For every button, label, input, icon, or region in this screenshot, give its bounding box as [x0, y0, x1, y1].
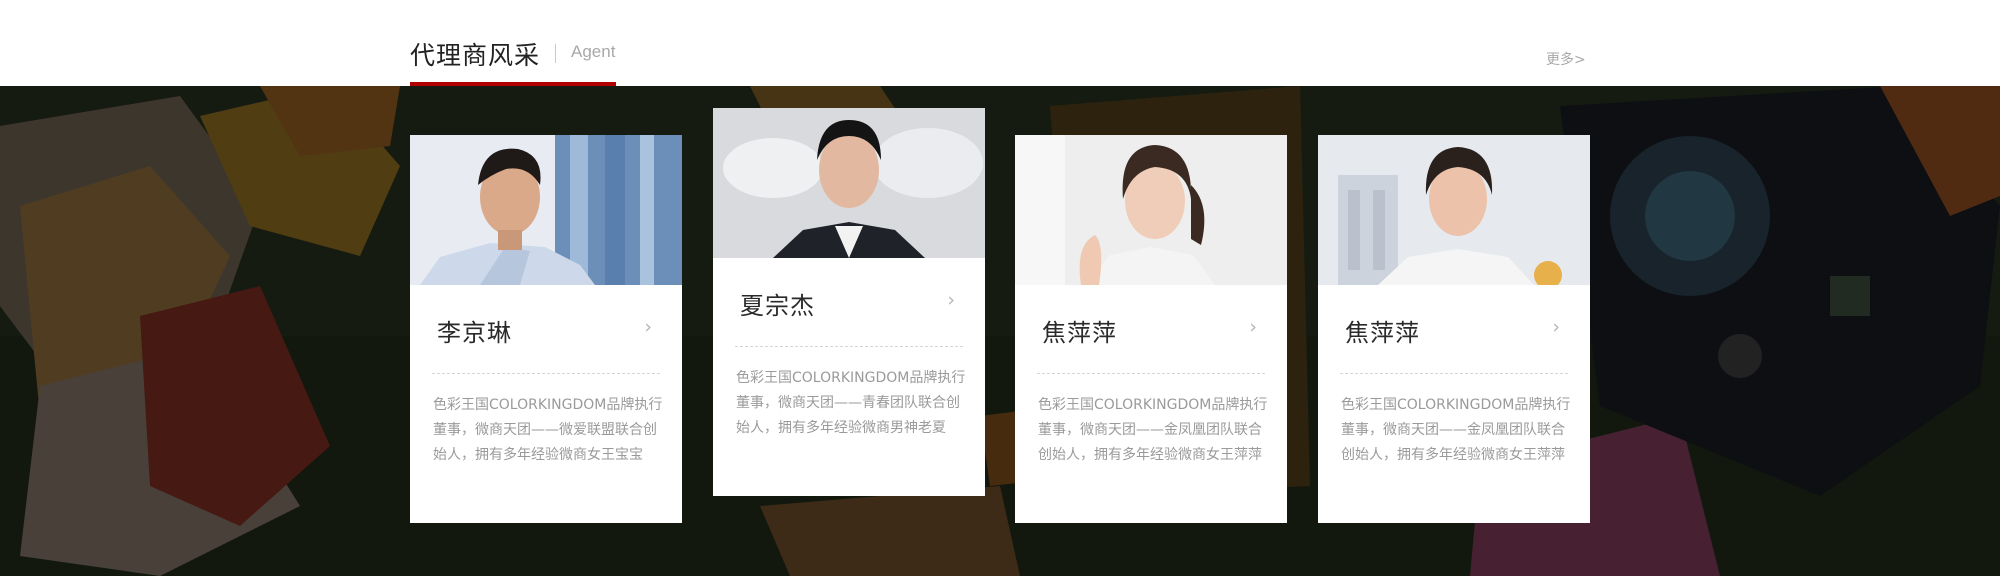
more-link[interactable]: 更多> [1546, 49, 1586, 69]
agent-photo [713, 108, 985, 258]
agent-name: 李京琳 [437, 319, 512, 347]
agent-card[interactable]: 李京琳 › 色彩王国COLORKINGDOM品牌执行董事，微商天团——微爱联盟联… [410, 135, 682, 523]
title-divider [555, 44, 556, 63]
agent-photo [1318, 135, 1590, 285]
agent-name: 焦萍萍 [1345, 319, 1420, 347]
agent-photo [1015, 135, 1287, 285]
agent-description: 色彩王国COLORKINGDOM品牌执行董事，微商天团——金凤凰团队联合创始人，… [1038, 397, 1268, 463]
agent-portrait-image [1318, 135, 1590, 285]
background-photo [0, 86, 2000, 576]
agent-name: 夏宗杰 [740, 292, 815, 320]
section-header: 代理商风采 Agent 更多> [0, 0, 2000, 86]
card-divider [1037, 373, 1265, 374]
background-banner [0, 86, 2000, 576]
agent-photo [410, 135, 682, 285]
agent-card[interactable]: 焦萍萍 › 色彩王国COLORKINGDOM品牌执行董事，微商天团——金凤凰团队… [1318, 135, 1590, 523]
card-divider [432, 373, 660, 374]
section-title: 代理商风采 [410, 41, 541, 70]
agent-name: 焦萍萍 [1042, 319, 1117, 347]
agent-description: 色彩王国COLORKINGDOM品牌执行董事，微商天团——青春团队联合创始人，拥… [736, 370, 966, 436]
chevron-right-icon[interactable]: › [947, 289, 955, 311]
agent-card[interactable]: 夏宗杰 › 色彩王国COLORKINGDOM品牌执行董事，微商天团——青春团队联… [713, 108, 985, 496]
chevron-right-icon[interactable]: › [1552, 316, 1560, 338]
agent-portrait-image [410, 135, 682, 285]
agent-card[interactable]: 焦萍萍 › 色彩王国COLORKINGDOM品牌执行董事，微商天团——金凤凰团队… [1015, 135, 1287, 523]
agent-portrait-image [1015, 135, 1287, 285]
agent-description: 色彩王国COLORKINGDOM品牌执行董事，微商天团——金凤凰团队联合创始人，… [1341, 397, 1571, 463]
chevron-right-icon[interactable]: › [644, 316, 652, 338]
card-divider [1340, 373, 1568, 374]
agent-description: 色彩王国COLORKINGDOM品牌执行董事，微商天团——微爱联盟联合创始人，拥… [433, 397, 663, 463]
card-divider [735, 346, 963, 347]
section-subtitle: Agent [571, 42, 616, 61]
agent-portrait-image [713, 108, 985, 258]
chevron-right-icon[interactable]: › [1249, 316, 1257, 338]
